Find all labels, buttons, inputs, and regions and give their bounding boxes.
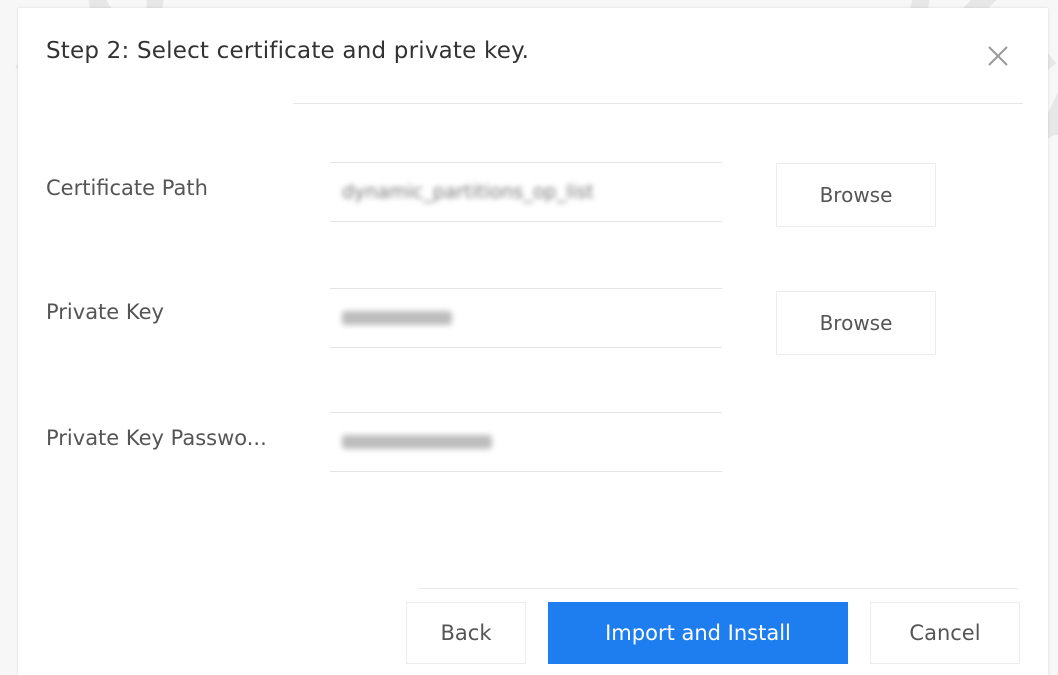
footer-divider	[418, 588, 1018, 589]
private-key-value-redacted	[342, 311, 452, 325]
private-key-browse-button[interactable]: Browse	[776, 291, 936, 355]
private-key-input[interactable]	[330, 288, 722, 348]
certificate-path-value: dynamic_partitions_op_list	[342, 181, 594, 203]
import-certificate-dialog: Step 2: Select certificate and private k…	[18, 8, 1048, 675]
private-key-label: Private Key	[46, 300, 164, 324]
title-divider	[293, 103, 1023, 104]
private-key-password-input[interactable]	[330, 412, 722, 472]
close-button[interactable]	[984, 42, 1012, 70]
certificate-path-input[interactable]: dynamic_partitions_op_list	[330, 162, 722, 222]
certificate-browse-button[interactable]: Browse	[776, 163, 936, 227]
private-key-password-label: Private Key Passwo...	[46, 426, 267, 450]
dialog-title: Step 2: Select certificate and private k…	[46, 38, 530, 64]
import-and-install-button[interactable]: Import and Install	[548, 602, 848, 664]
close-icon	[988, 46, 1008, 66]
certificate-path-label: Certificate Path	[46, 176, 208, 200]
back-button[interactable]: Back	[406, 602, 526, 664]
private-key-password-redacted	[342, 435, 492, 449]
cancel-button[interactable]: Cancel	[870, 602, 1020, 664]
